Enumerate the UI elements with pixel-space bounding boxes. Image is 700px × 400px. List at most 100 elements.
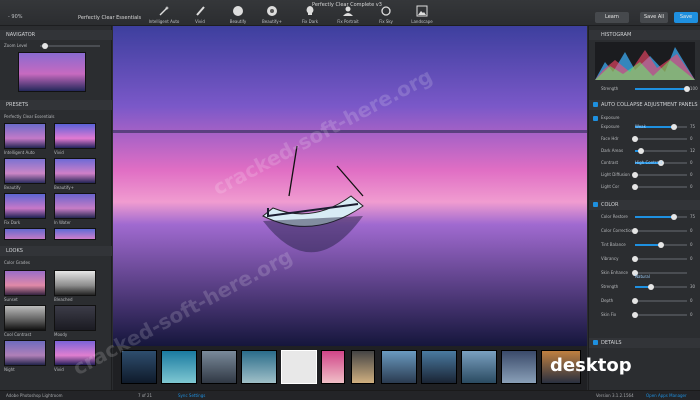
tool-landscape[interactable]: Landscape	[402, 5, 442, 24]
slider-knob[interactable]	[632, 136, 638, 142]
navigator-header[interactable]: NAVIGATOR	[0, 30, 112, 40]
presets-header[interactable]: PRESETS	[0, 100, 112, 110]
slider-knob[interactable]	[658, 242, 664, 248]
slider-knob[interactable]	[647, 284, 654, 290]
auto-collapse-toggle[interactable]: AUTO COLLAPSE ADJUSTMENT PANELS	[589, 100, 700, 110]
color-header[interactable]: COLOR	[589, 200, 700, 210]
strength-slider[interactable]	[635, 86, 690, 92]
color-checkbox[interactable]	[593, 202, 598, 207]
details-header[interactable]: DETAILS	[589, 338, 700, 348]
exposure-slider[interactable]	[632, 172, 687, 178]
histogram-header[interactable]: HISTOGRAM	[589, 30, 700, 40]
color-row-value: 75	[690, 214, 696, 219]
slider-knob[interactable]	[671, 124, 677, 130]
tool-label: Beautify	[229, 19, 247, 24]
preset-thumb[interactable]	[54, 193, 96, 219]
exposure-row-label: Dark Areas	[601, 148, 624, 153]
film-thumb[interactable]	[241, 350, 277, 384]
color-slider[interactable]	[635, 242, 687, 248]
exposure-checkbox[interactable]	[593, 116, 598, 121]
current-preset[interactable]: Perfectly Clear Essentials	[78, 15, 141, 21]
look-thumb[interactable]	[4, 270, 46, 296]
preset-thumb[interactable]	[4, 123, 46, 149]
sync-settings-button[interactable]: Sync Settings	[178, 391, 205, 400]
look-thumb[interactable]	[54, 270, 96, 296]
tool-label: Fix Dark	[301, 19, 319, 24]
preset-thumb[interactable]	[54, 228, 96, 240]
preset-thumb[interactable]	[4, 193, 46, 219]
tool-fix-portrait[interactable]: Fix Portrait	[328, 5, 368, 24]
color-slider[interactable]	[635, 214, 687, 220]
save-all-button[interactable]: Save All	[640, 12, 668, 23]
film-thumb[interactable]	[121, 350, 157, 384]
preset-label: In Water	[54, 220, 71, 225]
color-row-label: Color Correction	[601, 228, 634, 233]
preset-label: Beautify	[4, 185, 21, 190]
preset-thumb[interactable]	[4, 228, 46, 240]
looks-folder[interactable]: Color Grades	[4, 260, 30, 265]
auto-collapse-checkbox[interactable]	[593, 102, 598, 107]
tool-fix-sky[interactable]: Fix Sky	[366, 5, 406, 24]
film-thumb[interactable]	[461, 350, 497, 384]
save-button[interactable]: Save	[674, 12, 698, 23]
film-thumb[interactable]	[351, 350, 375, 384]
slider-knob[interactable]	[632, 298, 638, 304]
zoom-slider[interactable]	[40, 43, 100, 49]
color-row-value: 0	[690, 256, 693, 261]
face-icon	[233, 6, 243, 16]
slider-knob[interactable]	[671, 214, 677, 220]
color-slider[interactable]	[632, 312, 687, 318]
preset-thumb[interactable]	[54, 123, 96, 149]
look-thumb[interactable]	[4, 305, 46, 331]
preset-thumb[interactable]	[54, 158, 96, 184]
slider-knob[interactable]	[632, 312, 638, 318]
look-label: Night	[4, 367, 15, 372]
tool-beautify-plus[interactable]: Beautify+	[252, 5, 292, 24]
tool-fix-dark[interactable]: Fix Dark	[290, 5, 330, 24]
tool-vivid[interactable]: Vivid	[180, 5, 220, 24]
presets-folder[interactable]: Perfectly Clear Essentials	[4, 114, 55, 119]
color-slider[interactable]	[632, 228, 687, 234]
film-thumb[interactable]	[501, 350, 537, 384]
exposure-slider[interactable]	[632, 184, 687, 190]
color-slider[interactable]	[635, 284, 687, 290]
right-panel: HISTOGRAM Strength 100 AUTO COLLAPSE ADJ…	[588, 26, 700, 390]
learn-button[interactable]: Learn	[595, 12, 629, 23]
slider-knob[interactable]	[632, 228, 638, 234]
color-row-label: Skin Enhance	[601, 270, 629, 275]
color-slider[interactable]	[632, 256, 687, 262]
color-row-label: Tint Balance	[601, 242, 626, 247]
color-slider[interactable]	[632, 298, 687, 304]
main-image-viewer[interactable]	[113, 26, 587, 346]
brush-icon	[196, 6, 205, 16]
tool-intelligent-auto[interactable]: Intelligent Auto	[144, 5, 184, 24]
film-thumb-selected[interactable]	[281, 350, 317, 384]
slider-knob[interactable]	[638, 148, 645, 154]
navigator-preview[interactable]	[18, 52, 86, 92]
film-thumb[interactable]	[381, 350, 417, 384]
film-thumb[interactable]	[161, 350, 197, 384]
preset-thumb[interactable]	[4, 158, 46, 184]
exposure-mode[interactable]: Weak	[635, 124, 646, 129]
color-mode[interactable]: Natural	[635, 274, 650, 279]
exposure-slider[interactable]	[635, 148, 687, 154]
look-thumb[interactable]	[54, 305, 96, 331]
open-apps-manager-button[interactable]: Open Apps Manager	[646, 391, 687, 400]
looks-header[interactable]: LOOKS	[0, 246, 112, 256]
film-thumb[interactable]	[421, 350, 457, 384]
film-thumb[interactable]	[201, 350, 237, 384]
zoom-level[interactable]: - 90%	[8, 14, 23, 20]
look-thumb[interactable]	[4, 340, 46, 366]
status-left-text: Adobe Photoshop Lightroom	[6, 393, 63, 398]
details-checkbox[interactable]	[593, 340, 598, 345]
slider-knob[interactable]	[632, 172, 638, 178]
film-thumb[interactable]	[321, 350, 345, 384]
slider-knob[interactable]	[632, 256, 638, 262]
exposure-slider[interactable]	[632, 136, 687, 142]
slider-knob[interactable]	[632, 184, 638, 190]
slider-knob[interactable]	[42, 43, 48, 49]
color-row-value: 30	[690, 284, 696, 289]
look-thumb[interactable]	[54, 340, 96, 366]
look-label: Moody	[54, 332, 68, 337]
exposure-contrast-mode[interactable]: High Contrast	[635, 160, 663, 165]
